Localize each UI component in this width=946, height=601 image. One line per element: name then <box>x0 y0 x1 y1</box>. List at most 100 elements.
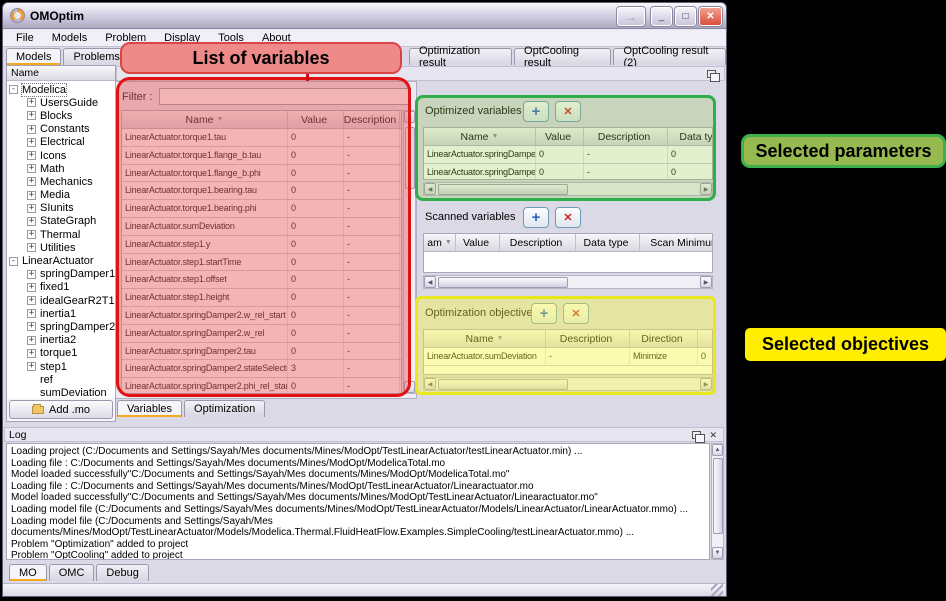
tree-toggle-icon[interactable]: + <box>27 177 36 186</box>
table-row[interactable]: LinearActuator.springDamper2.phi_rel_sta… <box>122 378 401 394</box>
forward-arrow-button[interactable]: → <box>617 7 645 26</box>
add-scanned-variable-button[interactable]: + <box>523 207 549 228</box>
result-tab[interactable]: OptCooling result <box>514 48 611 65</box>
log-tab[interactable]: Debug <box>96 564 148 581</box>
tree-item[interactable]: + inertia1 <box>9 307 115 320</box>
column-header[interactable]: Name▼ <box>424 330 546 347</box>
scroll-left-icon[interactable]: ◀ <box>424 183 436 195</box>
tree-toggle-icon[interactable]: + <box>27 164 36 173</box>
column-header[interactable]: Value <box>536 128 584 145</box>
tree-toggle-icon[interactable]: + <box>27 322 36 331</box>
tree-toggle-icon[interactable]: + <box>27 296 36 305</box>
table-row[interactable]: LinearActuator.step1.y 0 - <box>122 236 401 254</box>
column-header[interactable]: Value <box>456 234 500 251</box>
menu-item[interactable]: Tools <box>209 31 253 45</box>
remove-optimized-variable-button[interactable]: ✕ <box>555 101 581 122</box>
scrollbar-thumb[interactable] <box>405 127 415 189</box>
scanned-horizontal-scrollbar[interactable]: ◀ ▶ <box>423 275 713 289</box>
tree-item[interactable]: + Icons <box>9 149 115 162</box>
table-row[interactable]: LinearActuator.torque1.bearing.tau 0 - <box>122 182 401 200</box>
tree-item[interactable]: + Constants <box>9 123 115 136</box>
tree-item[interactable]: - LinearActuator <box>9 254 115 267</box>
column-header[interactable]: Description <box>500 234 576 251</box>
tree-header[interactable]: Name <box>7 66 115 81</box>
tree-item[interactable]: + springDamper2 <box>9 320 115 333</box>
column-header[interactable]: N <box>698 330 712 347</box>
filter-input[interactable] <box>159 88 411 105</box>
tree-item[interactable]: + Math <box>9 162 115 175</box>
scroll-up-icon[interactable]: ▲ <box>712 444 723 456</box>
resize-grip[interactable] <box>711 584 723 596</box>
close-button[interactable]: ✕ <box>699 7 722 26</box>
float-window-icon[interactable] <box>707 70 716 78</box>
table-row[interactable]: LinearActuator.torque1.flange_b.phi 0 - <box>122 165 401 183</box>
menu-item[interactable]: Display <box>155 31 209 45</box>
tree-item[interactable]: + torque1 <box>9 347 115 360</box>
scroll-down-icon[interactable]: ▼ <box>404 381 415 393</box>
scroll-left-icon[interactable]: ◀ <box>424 378 436 390</box>
tree-item[interactable]: ref <box>9 373 115 386</box>
column-header[interactable]: Description <box>344 111 400 128</box>
column-header[interactable]: am▼ <box>424 234 456 251</box>
table-row[interactable]: LinearActuator.sumDeviation 0 - <box>122 218 401 236</box>
tree-item[interactable]: + UsersGuide <box>9 96 115 109</box>
panel-tab[interactable]: Optimization <box>184 400 265 417</box>
add-objective-button[interactable]: + <box>531 303 557 324</box>
table-row[interactable]: LinearActuator.springDamper2.stateSelect… <box>122 360 401 378</box>
menu-item[interactable]: File <box>7 31 43 45</box>
tree-item[interactable]: + Thermal <box>9 228 115 241</box>
column-header[interactable]: Name▼ <box>122 111 288 128</box>
tree-item[interactable]: + Media <box>9 189 115 202</box>
scroll-right-icon[interactable]: ▶ <box>700 183 712 195</box>
close-dock-icon[interactable]: ✕ <box>709 430 717 441</box>
scrollbar-thumb[interactable] <box>438 379 568 390</box>
tree-item[interactable]: + Utilities <box>9 241 115 254</box>
variables-vertical-scrollbar[interactable]: ▲ ▼ <box>403 110 416 394</box>
table-row[interactable]: LinearActuator.torque1.bearing.phi 0 - <box>122 200 401 218</box>
tree-toggle-icon[interactable]: - <box>9 257 18 266</box>
tree-item[interactable]: sumDeviation <box>9 386 115 398</box>
tree-toggle-icon[interactable]: + <box>27 98 36 107</box>
tree-toggle-icon[interactable]: + <box>27 204 36 213</box>
scrollbar-thumb[interactable] <box>438 277 568 288</box>
tree-item[interactable]: - Modelica <box>9 83 115 96</box>
column-header[interactable]: Description <box>584 128 668 145</box>
tree-toggle-icon[interactable]: + <box>27 270 36 279</box>
tree-item[interactable]: + Blocks <box>9 109 115 122</box>
table-row[interactable]: LinearActuator.step1.startTime 0 - <box>122 254 401 272</box>
tree-toggle-icon[interactable] <box>27 388 36 397</box>
log-vertical-scrollbar[interactable]: ▲ ▼ <box>711 443 724 560</box>
scrollbar-thumb[interactable] <box>713 458 723 534</box>
column-header[interactable]: Name▼ <box>424 128 536 145</box>
table-row[interactable]: LinearActuator.springDamper2.tau 0 - <box>122 343 401 361</box>
tree-toggle-icon[interactable]: + <box>27 151 36 160</box>
remove-scanned-variable-button[interactable]: ✕ <box>555 207 581 228</box>
remove-objective-button[interactable]: ✕ <box>563 303 589 324</box>
scroll-down-icon[interactable]: ▼ <box>712 547 723 559</box>
scroll-left-icon[interactable]: ◀ <box>424 276 436 288</box>
table-row[interactable]: LinearActuator.springDamper2.w_rel 0 - <box>122 325 401 343</box>
column-header[interactable]: Description <box>546 330 630 347</box>
tree-toggle-icon[interactable]: + <box>27 111 36 120</box>
tree-toggle-icon[interactable] <box>27 375 36 384</box>
table-row[interactable]: LinearActuator.springDamper1.d 0 - 0 <box>424 164 712 180</box>
panel-tab[interactable]: Variables <box>117 400 182 417</box>
tree-item[interactable]: + idealGearR2T1 <box>9 294 115 307</box>
result-tab[interactable]: OptCooling result (2) <box>613 48 726 65</box>
add-optimized-variable-button[interactable]: + <box>523 101 549 122</box>
tree-toggle-icon[interactable]: + <box>27 336 36 345</box>
tree-toggle-icon[interactable]: + <box>27 125 36 134</box>
table-row[interactable]: LinearActuator.step1.offset 0 - <box>122 271 401 289</box>
tree-toggle-icon[interactable]: + <box>27 191 36 200</box>
menu-item[interactable]: About <box>253 31 300 45</box>
table-row[interactable]: LinearActuator.sumDeviation - Minimize 0 <box>424 348 712 366</box>
menu-item[interactable]: Models <box>43 31 96 45</box>
tree-item[interactable]: + springDamper1 <box>9 268 115 281</box>
tree-item[interactable]: + fixed1 <box>9 281 115 294</box>
tree-toggle-icon[interactable]: + <box>27 138 36 147</box>
scroll-up-icon[interactable]: ▲ <box>404 111 415 123</box>
column-header[interactable]: Scan Minimum <box>640 234 712 251</box>
column-header[interactable]: Data ty <box>668 128 712 145</box>
tree-toggle-icon[interactable]: + <box>27 230 36 239</box>
tree-toggle-icon[interactable]: - <box>9 85 18 94</box>
